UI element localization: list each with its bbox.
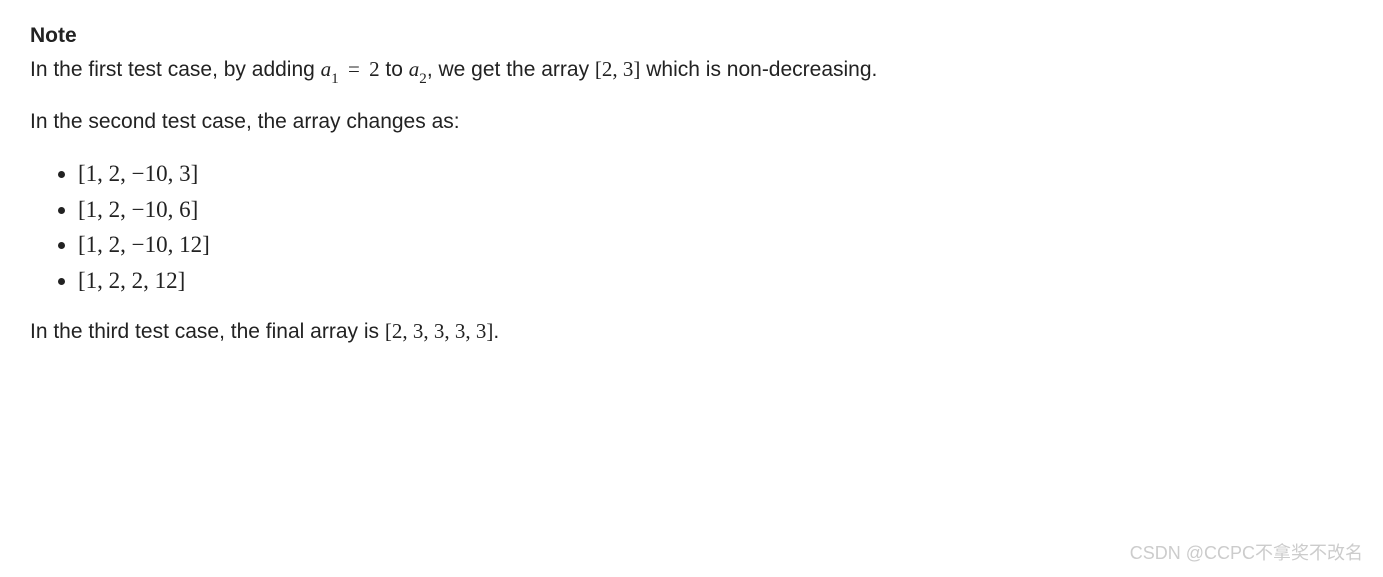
var-a: a xyxy=(321,57,332,81)
sub-1: 1 xyxy=(331,71,339,87)
p3-text-a: In the third test case, the final array … xyxy=(30,320,385,343)
watermark: CSDN @CCPC不拿奖不改名 xyxy=(1130,540,1363,567)
paragraph-3: In the third test case, the final array … xyxy=(30,316,1353,348)
p3-text-b: . xyxy=(493,320,499,343)
paragraph-1: In the first test case, by adding a1 = 2… xyxy=(30,54,1353,89)
p1-text-b: to xyxy=(380,58,409,81)
equals-op: = xyxy=(339,57,369,81)
list-item: [1, 2, −10, 6] xyxy=(78,192,1353,228)
math-a1: a1 xyxy=(321,57,339,81)
var-a2: a xyxy=(409,57,420,81)
list-item: [1, 2, −10, 3] xyxy=(78,156,1353,192)
array-23: [2, 3] xyxy=(595,57,641,81)
p1-text-a: In the first test case, by adding xyxy=(30,58,321,81)
list-item: [1, 2, −10, 12] xyxy=(78,227,1353,263)
math-a2: a2 xyxy=(409,57,427,81)
paragraph-2: In the second test case, the array chang… xyxy=(30,106,1353,138)
p1-text-c: , we get the array xyxy=(427,58,595,81)
array-change-list: [1, 2, −10, 3] [1, 2, −10, 6] [1, 2, −10… xyxy=(78,156,1353,299)
note-heading: Note xyxy=(30,20,1353,52)
val-2: 2 xyxy=(369,57,380,81)
list-item: [1, 2, 2, 12] xyxy=(78,263,1353,299)
p1-text-d: which is non-decreasing. xyxy=(640,58,877,81)
sub-2: 2 xyxy=(419,71,427,87)
array-final: [2, 3, 3, 3, 3] xyxy=(385,319,494,343)
